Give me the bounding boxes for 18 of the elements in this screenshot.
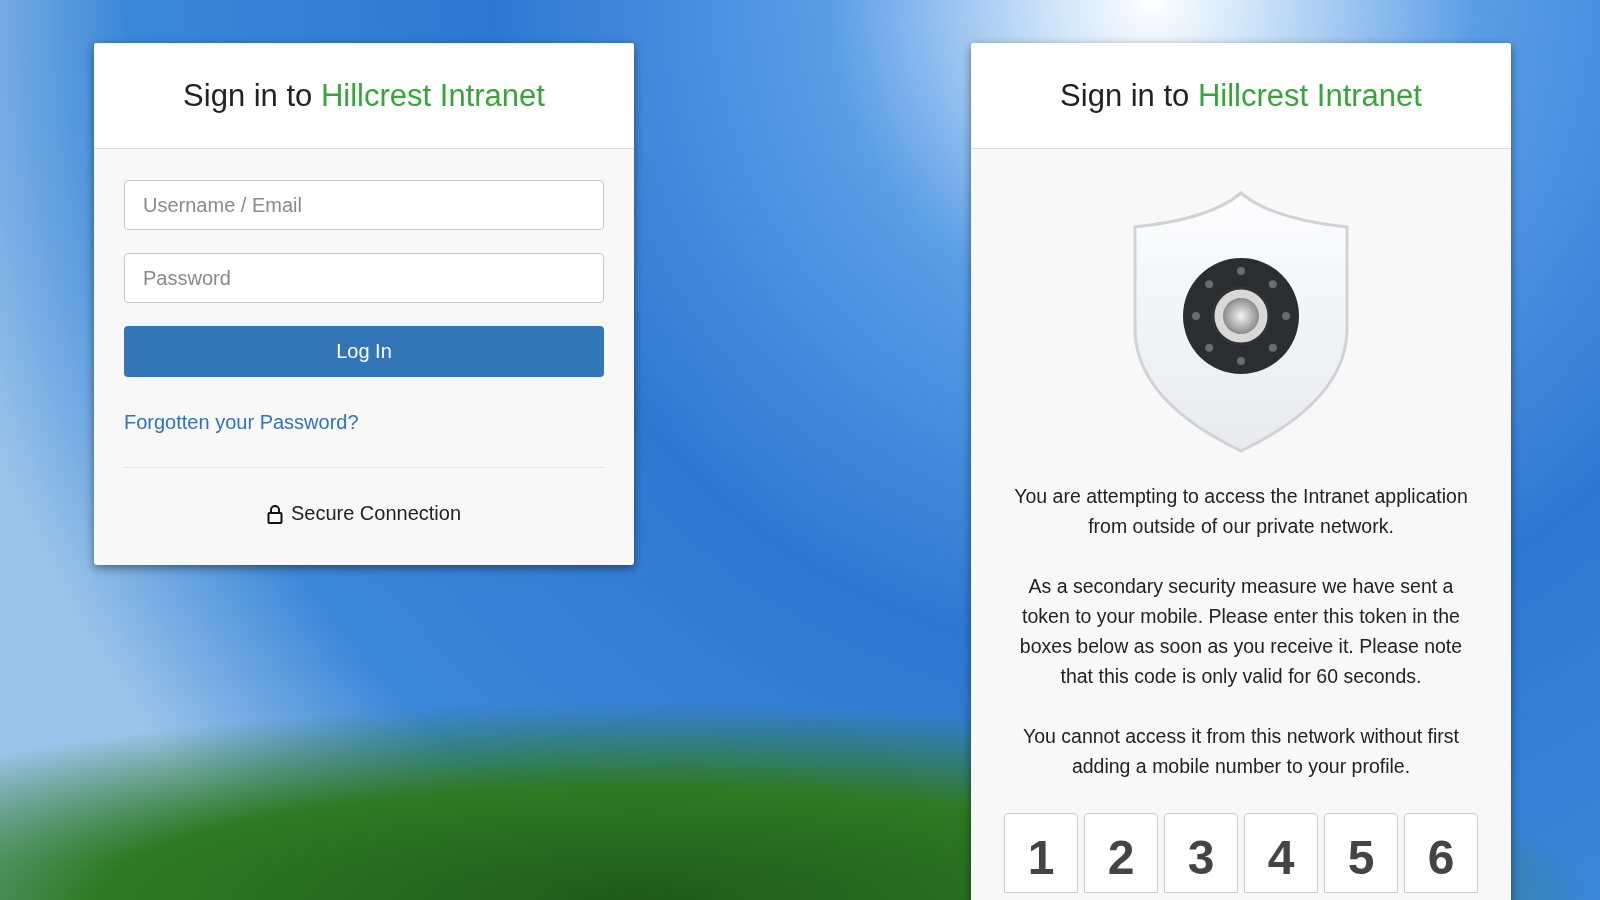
secure-connection-label: Secure Connection [290,502,462,525]
code-digit-field[interactable]: 5 [1324,813,1398,893]
info-paragraph: You are attempting to access the Intranet application from outside of our private network. [1013,484,1469,539]
login-button[interactable]: Log In [124,326,604,377]
code-digit-field[interactable]: 6 [1404,813,1478,893]
code-digit-field[interactable]: 2 [1084,813,1158,893]
info-paragraph: You cannot access it from this network without first adding a mobile number to your profile. [1021,724,1461,779]
code-digit-field[interactable]: 3 [1164,813,1238,893]
card-title: Sign in to Hillcrest Intranet [1060,77,1422,114]
code-digit-field[interactable]: 1 [1004,813,1078,893]
username-field[interactable]: Username / Email [124,180,604,230]
forgot-password-link[interactable]: Forgotten your Password? [124,411,359,433]
code-digit-field[interactable]: 4 [1244,813,1318,893]
password-field[interactable]: Password [124,253,604,303]
card-title: Sign in to Hillcrest Intranet [183,77,545,114]
lock-icon [266,503,283,524]
shield-lock-icon [1131,191,1351,453]
info-paragraph: As a secondary security measure we have sent a token to your mobile. Please enter this token in the boxes below as soon as you receive it. Please note that this code is only valid for 60 seconds. [1018,574,1464,689]
